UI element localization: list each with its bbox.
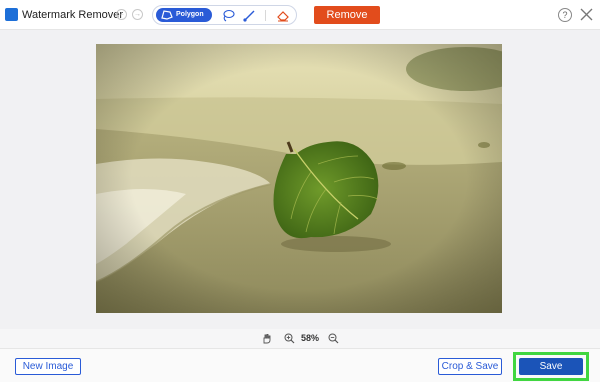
- remove-button[interactable]: Remove: [314, 6, 380, 24]
- top-toolbar: Watermark Remover ← → Polygon Remove ?: [0, 0, 600, 30]
- eraser-icon[interactable]: [276, 9, 290, 22]
- polygon-tool-label: Polygon: [176, 11, 204, 18]
- zoom-in-icon[interactable]: [284, 333, 295, 344]
- close-icon[interactable]: [579, 7, 594, 22]
- new-image-button[interactable]: New Image: [15, 358, 81, 375]
- polygon-tool-button[interactable]: Polygon: [156, 8, 212, 22]
- selection-tool-group: Polygon: [152, 5, 297, 25]
- zoom-out-icon[interactable]: [328, 333, 339, 344]
- app-title: Watermark Remover: [22, 9, 124, 21]
- zoom-level: 58%: [301, 333, 320, 343]
- redo-icon[interactable]: →: [132, 9, 143, 20]
- lasso-icon[interactable]: [221, 9, 235, 22]
- help-icon[interactable]: ?: [558, 8, 572, 22]
- save-button[interactable]: Save: [519, 358, 583, 375]
- save-button-highlight: Save: [513, 352, 589, 381]
- beach-leaf-photo: [96, 44, 502, 313]
- crop-and-save-button[interactable]: Crop & Save: [438, 358, 502, 375]
- zoom-bar: 58%: [0, 329, 600, 349]
- undo-icon[interactable]: ←: [116, 9, 127, 20]
- brush-icon[interactable]: [242, 9, 256, 22]
- hand-icon[interactable]: [261, 333, 272, 344]
- tool-divider: [265, 10, 266, 21]
- watermark-app-icon: [5, 8, 18, 21]
- bottom-action-bar: New Image Crop & Save Save: [0, 349, 600, 382]
- image-canvas[interactable]: [0, 30, 600, 329]
- loaded-image[interactable]: [96, 44, 502, 313]
- polygon-icon: [161, 10, 173, 20]
